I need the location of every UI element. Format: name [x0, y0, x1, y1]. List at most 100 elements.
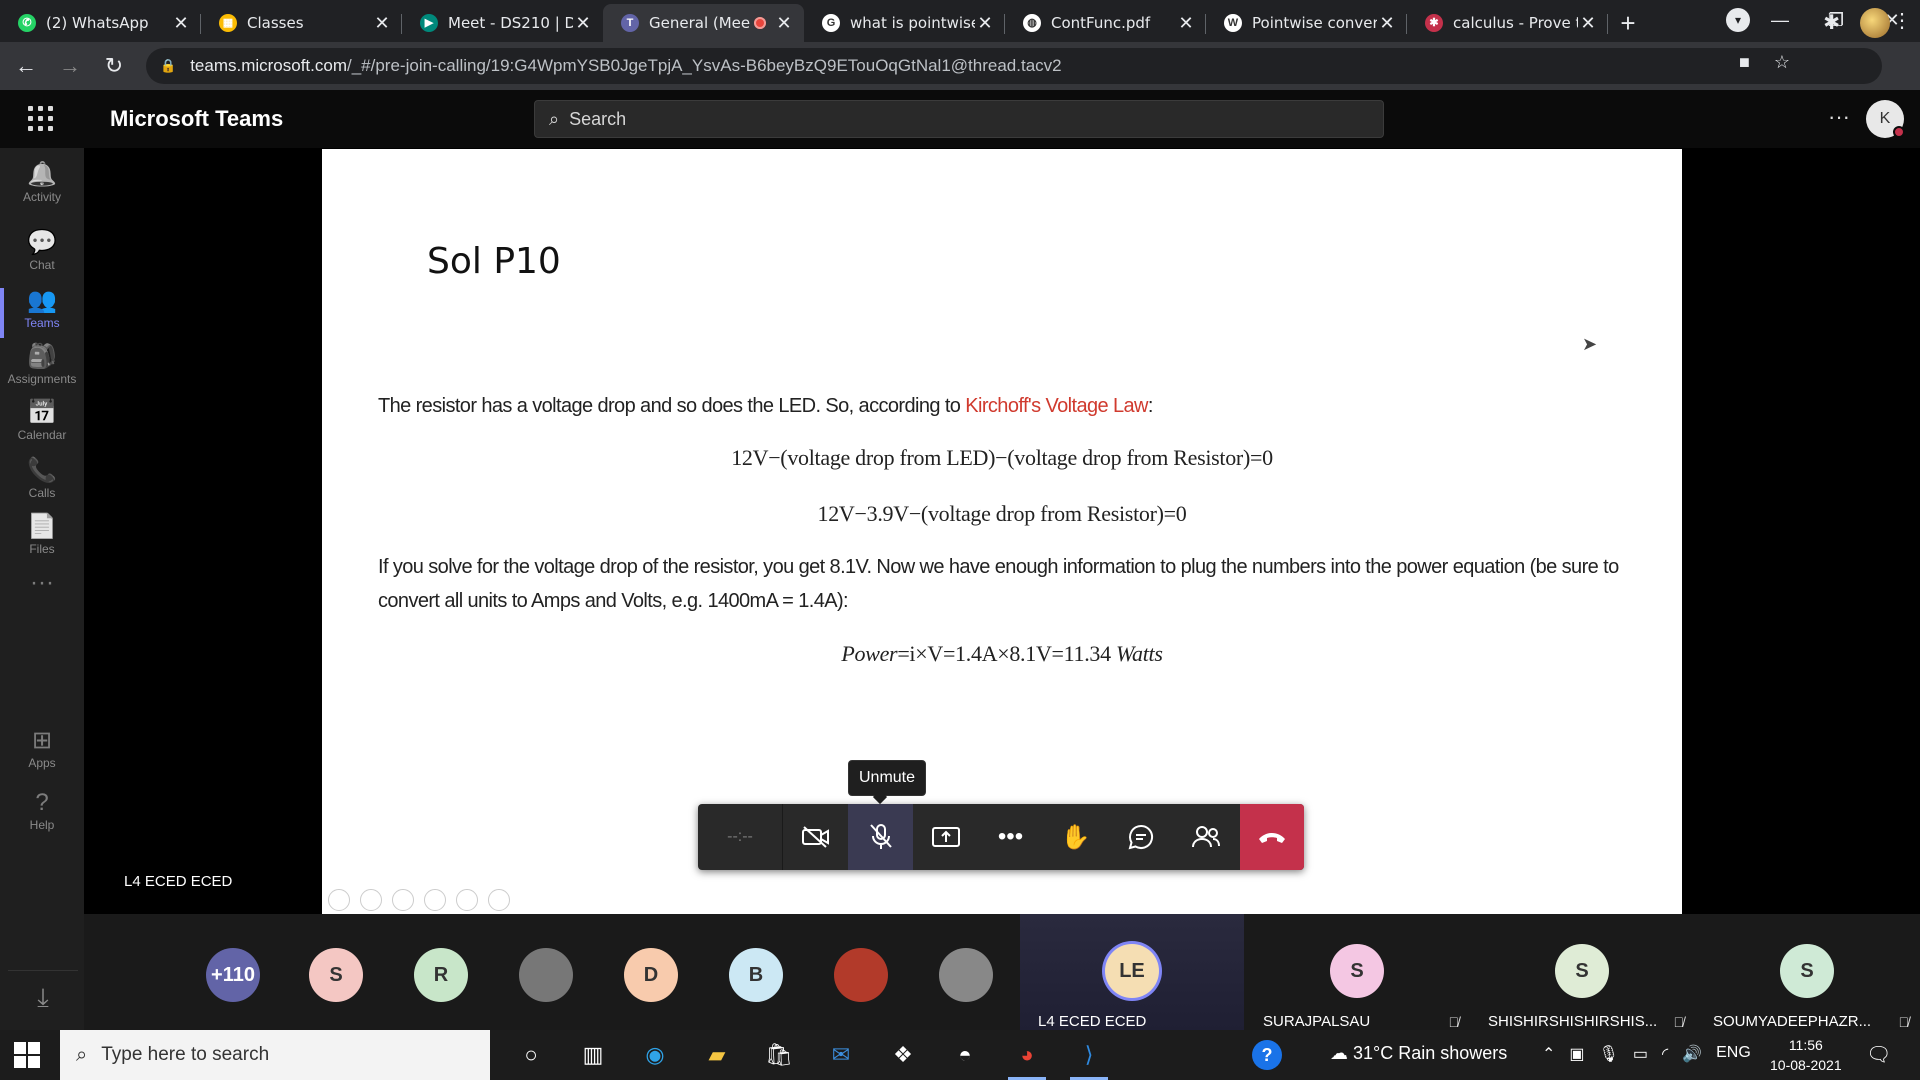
reload-button[interactable]: ↻ — [96, 53, 132, 79]
camera-off-button[interactable] — [783, 804, 848, 870]
rail-item-more[interactable]: ··· — [0, 568, 84, 598]
raise-hand-button[interactable]: ✋ — [1043, 804, 1108, 870]
wifi-icon[interactable]: ◜ — [1662, 1044, 1668, 1064]
next-slide-icon[interactable] — [360, 889, 382, 911]
participant-avatar[interactable]: S — [309, 948, 363, 1002]
volume-icon[interactable]: 🔊 — [1682, 1044, 1702, 1064]
leave-call-button[interactable] — [1240, 804, 1304, 870]
slide-more-icon[interactable] — [488, 889, 510, 911]
participant-avatar[interactable] — [834, 948, 888, 1002]
participant-tile[interactable]: S SURAJPALSAU 🎙̸ — [1245, 914, 1469, 1030]
rail-item-calls[interactable]: 📞 Calls — [0, 456, 84, 500]
browser-tab[interactable]: ◍ ContFunc.pdf ✕ — [1005, 4, 1206, 42]
apps-icon: ⊞ — [31, 727, 53, 754]
rail-item-help[interactable]: ? Help — [0, 788, 84, 832]
browser-tab[interactable]: ✱ calculus - Prove th ✕ — [1407, 4, 1608, 42]
tab-title: Classes — [247, 14, 304, 32]
tab-search-icon[interactable]: ▾ — [1726, 8, 1750, 32]
vscode-icon[interactable]: ⟩ — [1058, 1030, 1120, 1080]
browser-tab[interactable]: ✆ (2) WhatsApp ✕ — [0, 4, 201, 42]
close-tab-icon[interactable]: ✕ — [975, 13, 995, 34]
taskbar-search-placeholder: Type here to search — [101, 1044, 270, 1065]
new-tab-button[interactable]: + — [1608, 4, 1648, 42]
prev-slide-icon[interactable] — [328, 889, 350, 911]
rail-item-activity[interactable]: 🔔 Activity — [0, 160, 84, 204]
more-options-icon[interactable]: ··· — [1828, 104, 1850, 130]
browser-menu-icon[interactable]: ⋮ — [1892, 8, 1912, 33]
rail-item-assignments[interactable]: 🎒 Assignments — [0, 342, 84, 386]
close-tab-icon[interactable]: ✕ — [171, 13, 191, 34]
rail-item-files[interactable]: 📄 Files — [0, 512, 84, 556]
browser-tab[interactable]: ▦ Classes ✕ — [201, 4, 402, 42]
participant-avatar[interactable] — [939, 948, 993, 1002]
start-button[interactable] — [14, 1042, 40, 1068]
browser-tab[interactable]: W Pointwise converg ✕ — [1206, 4, 1407, 42]
participant-tile[interactable]: S SOUMYADEEPHAZR... 🎙̸ — [1695, 914, 1919, 1030]
clock[interactable]: 11:56 10-08-2021 — [1770, 1035, 1842, 1075]
close-tab-icon[interactable]: ✕ — [1377, 13, 1397, 34]
rail-item-chat[interactable]: 💬 Chat — [0, 228, 84, 272]
zoom-icon[interactable] — [456, 889, 478, 911]
close-tab-icon[interactable]: ✕ — [1176, 13, 1196, 34]
slides-icon[interactable] — [424, 889, 446, 911]
help-icon[interactable]: ? — [1252, 1040, 1282, 1070]
download-icon[interactable]: ⤓ — [8, 970, 78, 1022]
close-tab-icon[interactable]: ✕ — [1578, 13, 1598, 34]
microphone-icon[interactable]: 🎙 — [1599, 1044, 1619, 1064]
participant-avatar[interactable]: R — [414, 948, 468, 1002]
minimize-button[interactable]: — — [1752, 0, 1808, 40]
weather-widget[interactable]: ☁ 31°C Rain showers — [1330, 1043, 1507, 1064]
participant-avatar[interactable]: D — [624, 948, 678, 1002]
bookmark-star-icon[interactable]: ☆ — [1774, 52, 1790, 73]
meet-now-icon[interactable]: ▣ — [1569, 1044, 1584, 1064]
more-actions-button[interactable]: ••• — [978, 804, 1043, 870]
back-button[interactable]: ← — [8, 53, 44, 79]
notifications-icon[interactable]: 🗨 — [1866, 1042, 1891, 1067]
cortana-icon[interactable]: ○ — [500, 1030, 562, 1080]
pen-icon[interactable] — [392, 889, 414, 911]
camera-blocked-icon[interactable]: ■ — [1739, 52, 1750, 73]
rail-item-teams[interactable]: 👥 Teams — [0, 286, 84, 338]
share-screen-button[interactable] — [913, 804, 978, 870]
forward-button[interactable]: → — [52, 53, 88, 79]
chrome-icon[interactable]: ◕ — [996, 1030, 1058, 1080]
app-launcher-icon[interactable] — [28, 106, 54, 132]
chevron-up-icon[interactable]: ⌃ — [1542, 1044, 1555, 1064]
task-view-icon[interactable]: ▥ — [562, 1030, 624, 1080]
participant-name: SHISHIRSHISHIRSHIS... — [1488, 1013, 1658, 1030]
participants-button[interactable] — [1173, 804, 1238, 870]
chat-button[interactable] — [1108, 804, 1173, 870]
url-input[interactable]: 🔒 teams.microsoft.com/_#/pre-join-callin… — [146, 48, 1882, 84]
rail-item-calendar[interactable]: 📅 Calendar — [0, 398, 84, 442]
close-tab-icon[interactable]: ✕ — [573, 13, 593, 34]
store-icon[interactable]: 🛍 — [748, 1030, 810, 1080]
mail-icon[interactable]: ✉ — [810, 1030, 872, 1080]
rail-item-apps[interactable]: ⊞ Apps — [0, 726, 84, 770]
file-explorer-icon[interactable]: ▰ — [686, 1030, 748, 1080]
participant-avatar: S — [1330, 944, 1384, 998]
participant-avatar[interactable]: B — [729, 948, 783, 1002]
language-indicator[interactable]: ENG — [1716, 1044, 1751, 1064]
browser-tab[interactable]: T General (Mee ✕ — [603, 4, 804, 42]
mic-muted-button[interactable] — [848, 804, 913, 870]
rail-label: Activity — [22, 190, 61, 204]
browser-tab[interactable]: Gwhat is pointwise ✕ — [804, 4, 1005, 42]
battery-icon[interactable]: ▭ — [1633, 1044, 1648, 1064]
extensions-icon[interactable]: ✱ — [1823, 10, 1840, 35]
browser-tab[interactable]: ▶ Meet - DS210 | Da ✕ — [402, 4, 603, 42]
github-icon[interactable]: ◓ — [934, 1030, 996, 1080]
user-avatar[interactable]: K — [1866, 100, 1905, 138]
participant-avatar[interactable] — [519, 948, 573, 1002]
close-tab-icon[interactable]: ✕ — [372, 13, 392, 34]
participant-tile[interactable]: S SHISHIRSHISHIRSHIS... 🎙̸ — [1470, 914, 1694, 1030]
teams-search-input[interactable]: ⌕ Search — [534, 100, 1384, 138]
edge-icon[interactable]: ◉ — [624, 1030, 686, 1080]
close-tab-icon[interactable]: ✕ — [774, 13, 794, 34]
kirchoff-link[interactable]: Kirchoff's Voltage Law — [965, 395, 1148, 417]
taskbar-search-input[interactable]: ⌕ Type here to search — [60, 1030, 490, 1080]
dropbox-icon[interactable]: ❖ — [872, 1030, 934, 1080]
more-participants-badge[interactable]: +110 — [206, 948, 260, 1002]
clock-time: 11:56 — [1788, 1037, 1823, 1053]
browser-profile-avatar[interactable] — [1860, 8, 1890, 38]
participant-tile[interactable]: LE L4 ECED ECED — [1020, 914, 1244, 1030]
